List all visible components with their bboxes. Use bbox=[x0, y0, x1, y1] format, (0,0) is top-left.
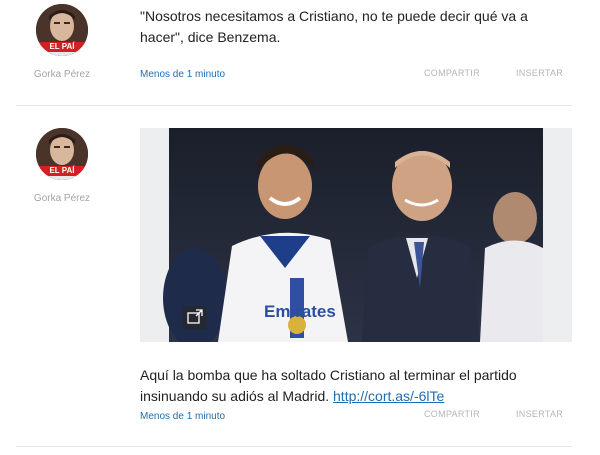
entry-photo[interactable]: Emirates bbox=[140, 128, 572, 342]
entry-time[interactable]: Menos de 1 minuto bbox=[140, 411, 225, 422]
entry-link[interactable]: http://cort.as/-6lTe bbox=[333, 388, 444, 404]
entry-divider bbox=[16, 446, 572, 447]
entry-text-body: Aquí la bomba que ha soltado Cristiano a… bbox=[140, 367, 517, 404]
entry-text: "Nosotros necesitamos a Cristiano, no te… bbox=[140, 8, 528, 45]
expand-icon bbox=[187, 309, 203, 324]
embed-button[interactable]: INSERTAR bbox=[516, 68, 563, 78]
author-avatar[interactable]: EL PAÍ bbox=[36, 4, 88, 56]
author-avatar[interactable]: EL PAÍ bbox=[36, 128, 88, 180]
avatar-badge-text: EL PAÍ bbox=[49, 42, 75, 51]
avatar-badge-text: EL PAÍ bbox=[49, 166, 75, 175]
embed-button[interactable]: INSERTAR bbox=[516, 409, 563, 419]
share-button[interactable]: COMPARTIR bbox=[424, 68, 480, 78]
author-name[interactable]: Gorka Pérez bbox=[20, 69, 104, 80]
author-name[interactable]: Gorka Pérez bbox=[20, 193, 104, 204]
jersey-text: Emirates bbox=[264, 302, 336, 321]
entry-time[interactable]: Menos de 1 minuto bbox=[140, 69, 225, 80]
entry-text: Aquí la bomba que ha soltado Cristiano a… bbox=[140, 365, 560, 407]
expand-button[interactable] bbox=[183, 306, 206, 329]
entry-divider bbox=[16, 105, 572, 106]
live-entry: EL PAÍ Gorka Pérez "Nosotros necesitamos… bbox=[0, 0, 600, 106]
share-button[interactable]: COMPARTIR bbox=[424, 409, 480, 419]
